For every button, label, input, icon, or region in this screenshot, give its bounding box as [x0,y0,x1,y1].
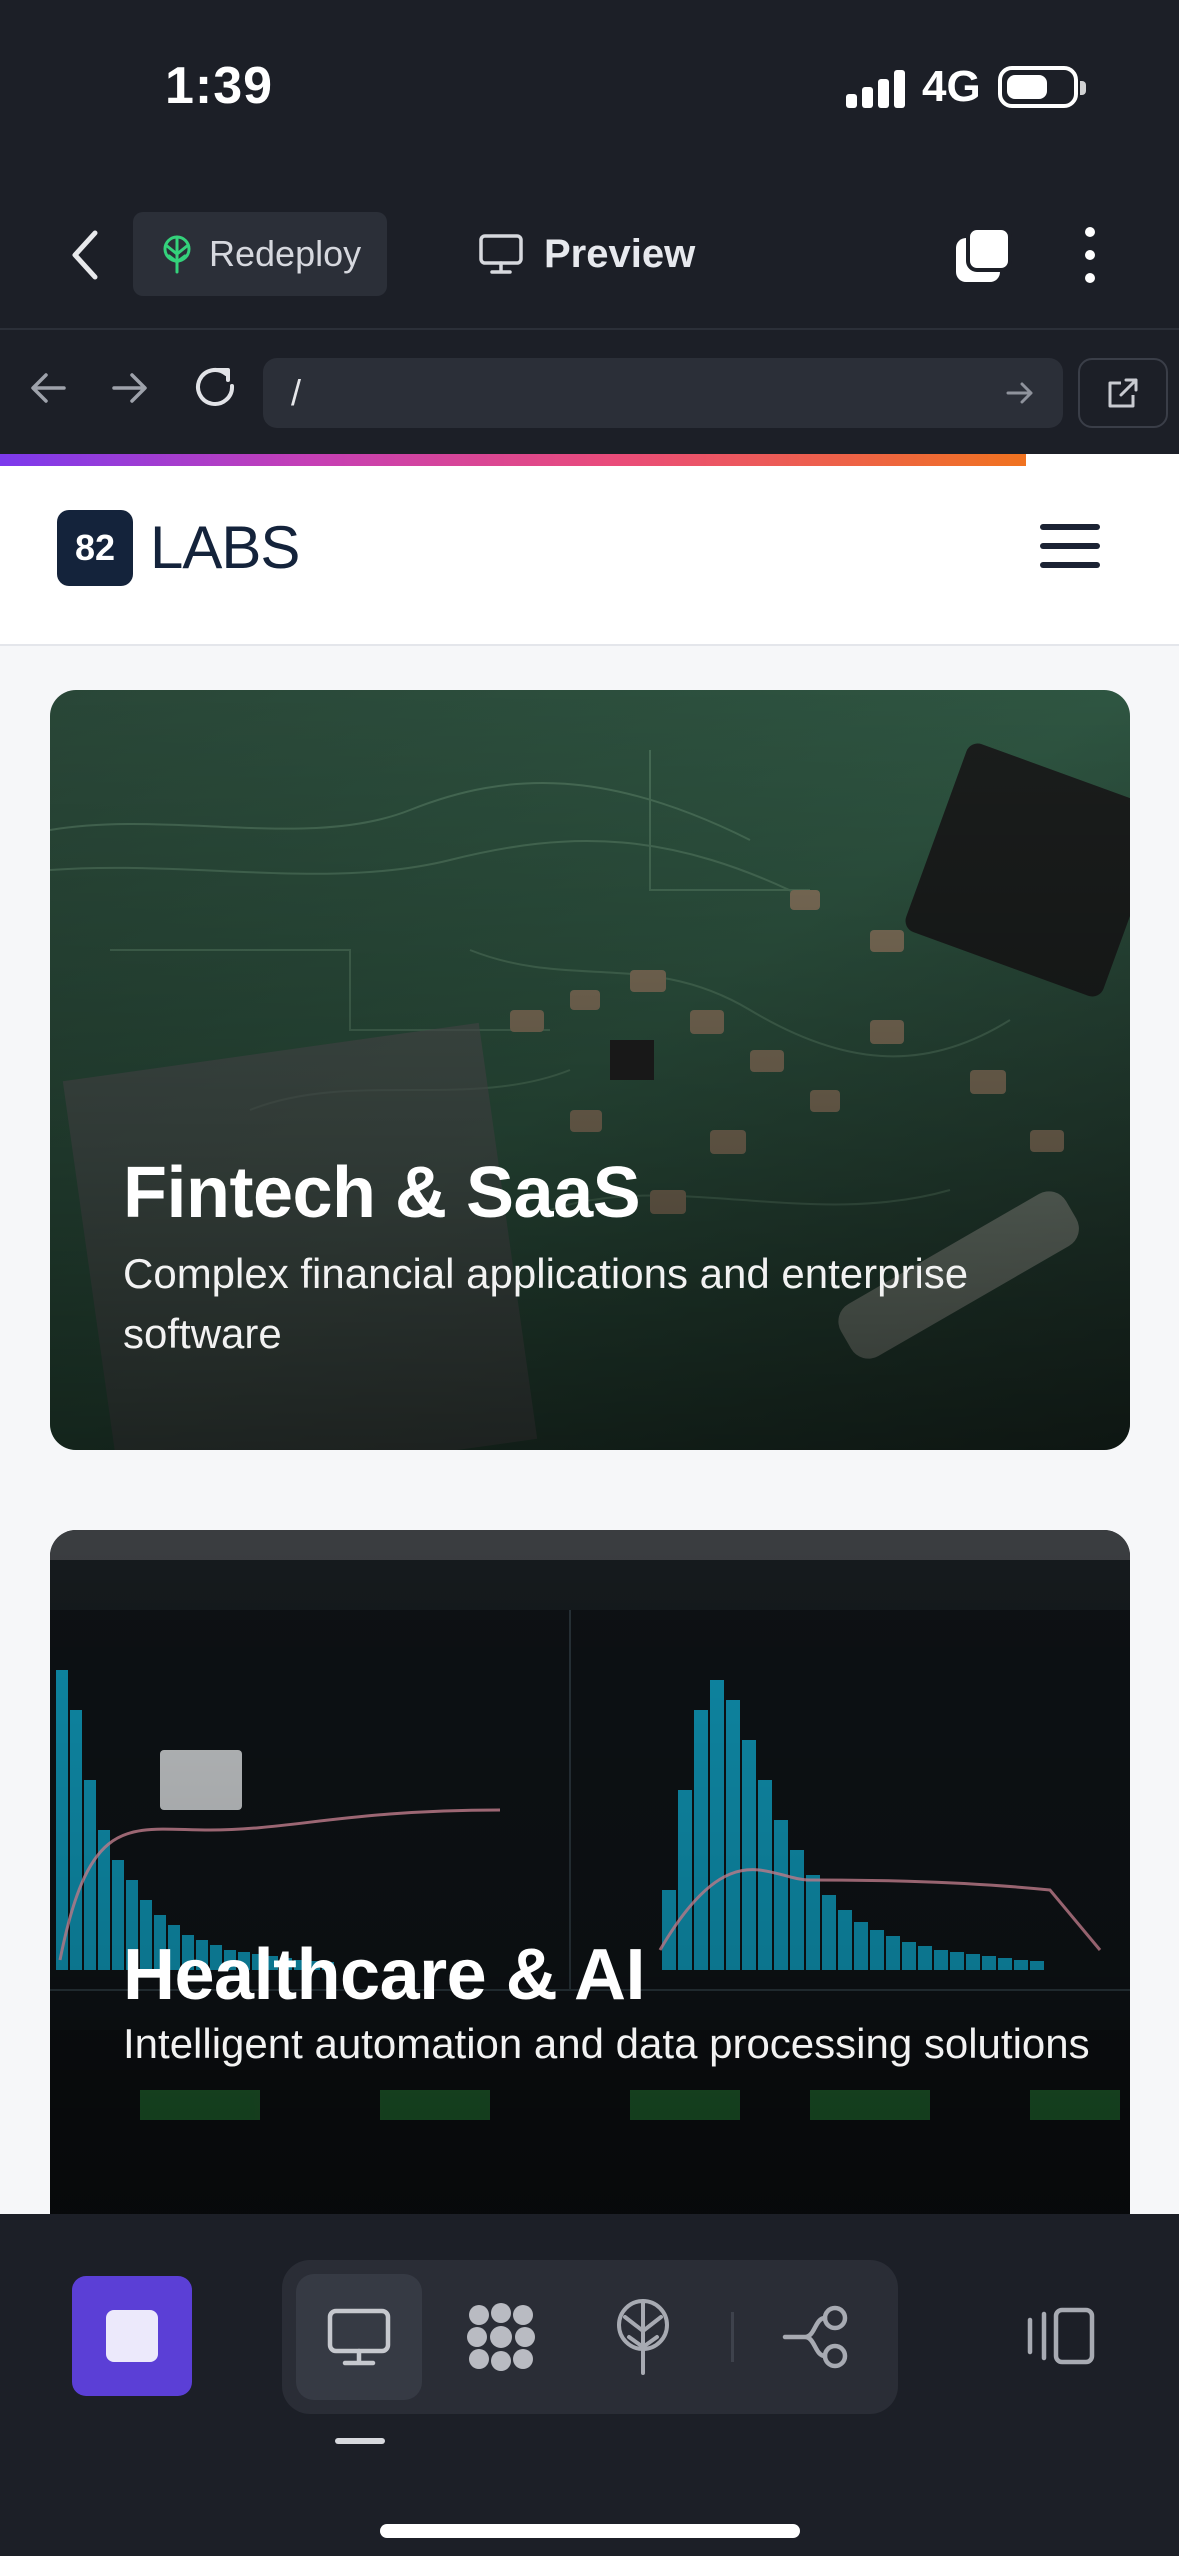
redeploy-button[interactable]: Redeploy [133,212,387,296]
app-header: Redeploy Preview [0,200,1179,330]
apps-button[interactable] [438,2274,564,2400]
reload-button[interactable] [186,358,246,418]
external-link-icon [1108,378,1138,408]
site-navbar: 82 LABS [0,466,1179,646]
workflow-icon [782,2305,848,2369]
arrow-left-icon [31,373,66,403]
back-button[interactable] [50,220,120,290]
tabs-button[interactable] [952,224,1014,286]
redeploy-label: Redeploy [209,233,362,274]
more-menu-button[interactable] [1070,224,1110,286]
preview-button[interactable]: Preview [478,212,695,296]
deploy-icon [617,2299,669,2375]
stop-button[interactable] [72,2276,192,2396]
view-switcher [282,2260,898,2414]
reload-icon [196,368,235,406]
open-external-button[interactable] [1078,358,1168,428]
url-input[interactable]: / [263,358,1063,428]
hamburger-menu-icon[interactable] [1040,524,1100,574]
stop-icon [106,2310,158,2362]
battery-icon [998,66,1086,108]
arrow-right-icon [112,373,147,403]
logo-text[interactable]: LABS [150,513,300,582]
arrow-right-icon [1006,382,1033,404]
nav-back-button[interactable] [18,358,78,418]
chevron-left-icon [72,230,98,280]
panel-toggle-button[interactable] [1000,2276,1120,2396]
network-label: 4G [922,62,981,111]
card-title: Fintech & SaaS [123,1153,641,1233]
deploy-button[interactable] [580,2274,706,2400]
card-title: Healthcare & AI [123,1935,646,2015]
status-bar: 1:39 4G [0,0,1179,170]
bottom-toolbar [0,2214,1179,2556]
url-text: / [291,372,302,413]
deploy-tree-icon [163,235,191,274]
site-preview: 82 LABS Fintech & SaaS Complex financial… [0,466,1179,2214]
home-indicator [380,2524,800,2538]
apps-icon [467,2303,535,2371]
logo-badge[interactable]: 82 [57,510,133,586]
status-time: 1:39 [165,57,274,115]
vertical-dots-icon [1085,227,1095,283]
desktop-icon [327,2308,391,2366]
progress-fill [0,454,1026,466]
browser-url-bar: / [0,328,1179,456]
toolbar-divider [731,2312,734,2362]
go-button[interactable] [995,368,1045,418]
panel-icon [1027,2307,1095,2365]
analytics-dashboard-image [50,1530,1130,2214]
nav-forward-button[interactable] [100,358,160,418]
desktop-view-button[interactable] [296,2274,422,2400]
industry-card-healthcare[interactable]: Healthcare & AI Intelligent automation a… [50,1530,1130,2214]
workflow-button[interactable] [755,2274,881,2400]
industry-card-fintech[interactable]: Fintech & SaaS Complex financial applica… [50,690,1130,1450]
preview-label: Preview [544,231,696,276]
card-description: Complex financial applications and enter… [123,1250,969,1357]
monitor-icon [479,234,523,274]
tabs-icon [956,226,1012,282]
active-tab-indicator [335,2438,385,2444]
card-description: Intelligent automation and data processi… [123,2020,1090,2067]
page-load-progress [0,454,1179,466]
signal-icon [846,68,906,108]
